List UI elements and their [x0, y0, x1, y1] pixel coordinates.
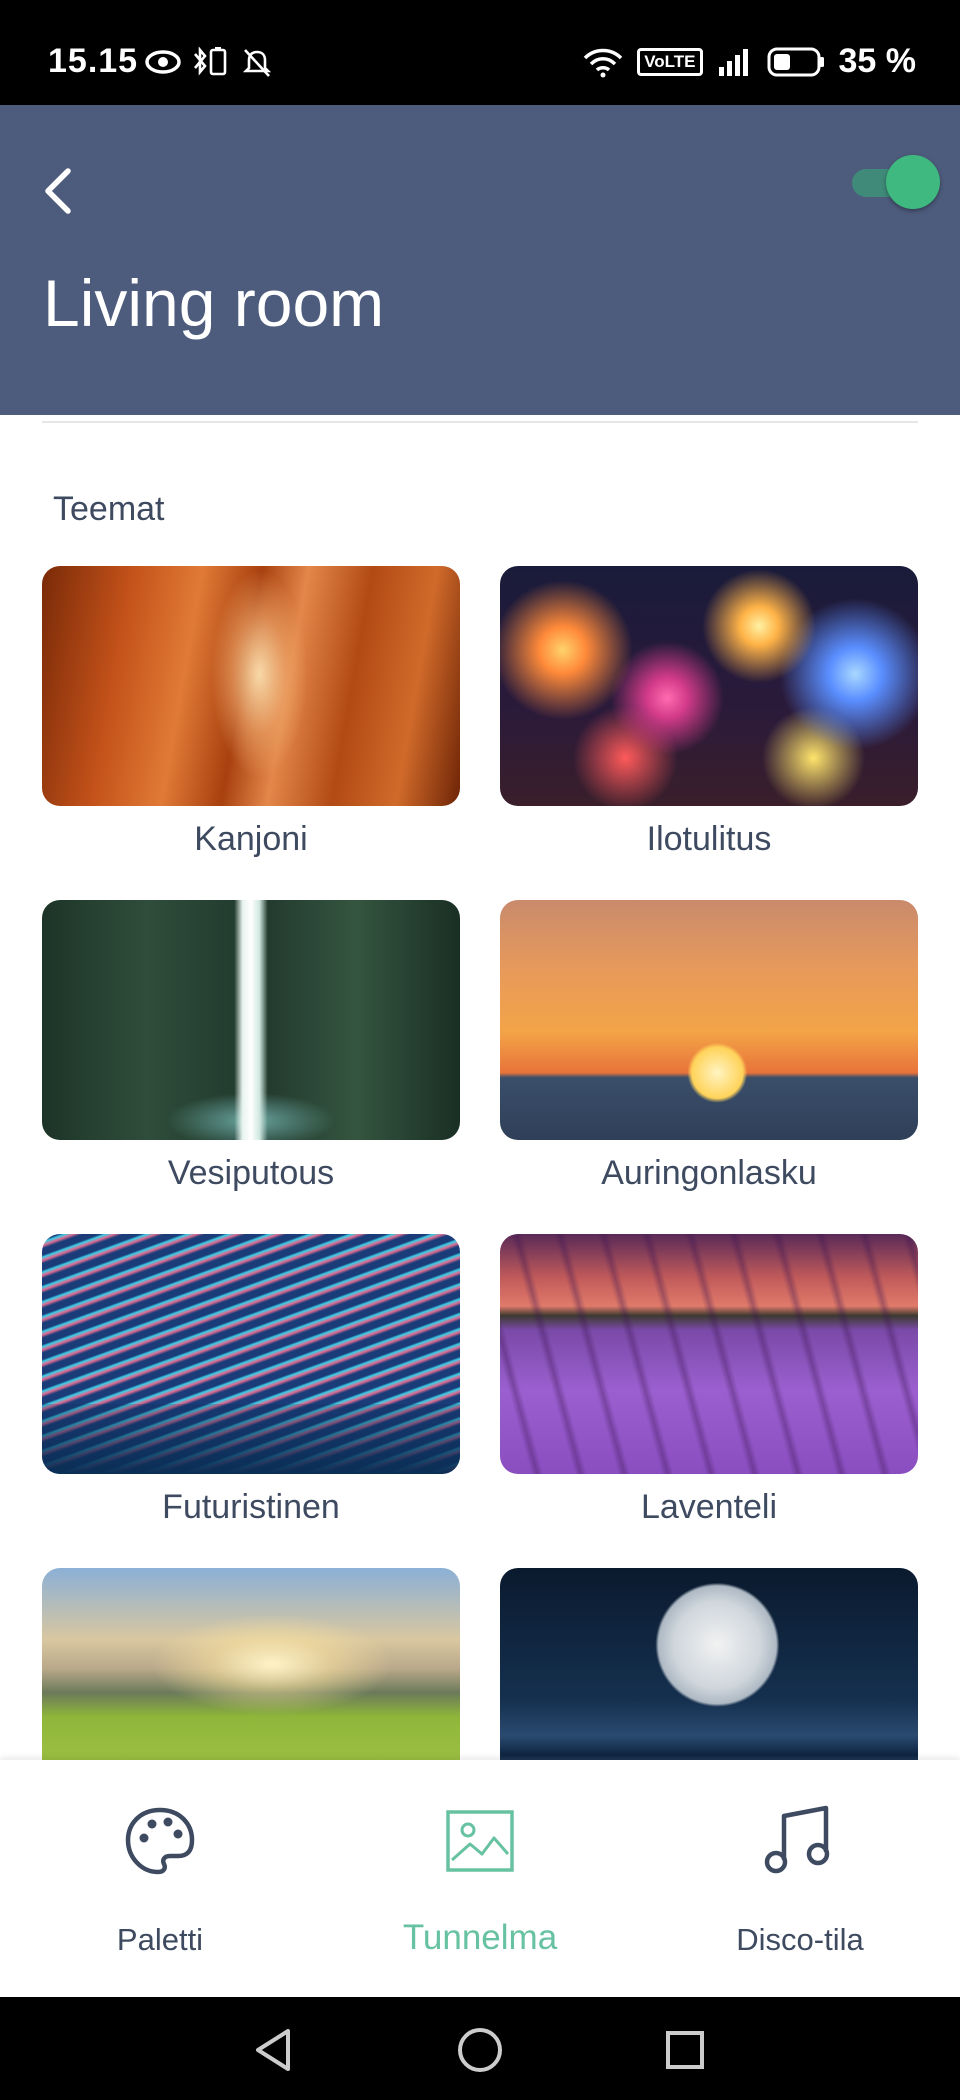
music-note-icon — [764, 1805, 830, 1874]
theme-image-waterfall — [42, 900, 460, 1140]
wifi-icon — [583, 48, 623, 77]
theme-image-fireworks — [500, 566, 918, 806]
theme-label: Futuristinen — [162, 1488, 340, 1526]
palette-icon — [125, 1807, 195, 1875]
eye-icon — [145, 50, 181, 74]
nav-label: Disco-tila — [736, 1922, 864, 1957]
back-triangle-icon — [256, 2029, 290, 2071]
bluetooth-battery-icon — [194, 46, 227, 76]
app-header: Living room — [0, 105, 960, 415]
theme-tile-laventeli[interactable]: Laventeli — [500, 1234, 918, 1527]
theme-image-canyon — [42, 566, 460, 806]
nav-label: Paletti — [116, 1922, 204, 1957]
volte-icon: VoLTE — [637, 47, 703, 76]
theme-label: Laventeli — [640, 1488, 778, 1526]
nav-item-paletti[interactable]: Paletti — [0, 1760, 320, 1997]
theme-image-futuristic — [42, 1234, 460, 1474]
nav-label: Tunnelma — [402, 1918, 558, 1957]
section-title: Teemat — [53, 490, 165, 528]
theme-tile-ilotulitus[interactable]: Ilotulitus — [500, 566, 918, 859]
home-circle-icon — [458, 2028, 502, 2072]
divider — [42, 421, 918, 423]
battery-percent: 35 % — [838, 42, 917, 80]
theme-tile-auringonlasku[interactable]: Auringonlasku — [500, 900, 918, 1193]
system-recents-button[interactable] — [660, 2025, 710, 2075]
bell-off-icon — [242, 49, 272, 77]
theme-tile-vesiputous[interactable]: Vesiputous — [42, 900, 460, 1193]
status-time: 15.15 — [48, 42, 139, 80]
room-power-toggle[interactable] — [850, 155, 940, 211]
battery-icon — [767, 47, 824, 76]
back-button[interactable] — [36, 153, 86, 223]
chevron-left-icon — [45, 168, 71, 214]
bottom-navigation: Paletti Tunnelma Disco-tila — [0, 1760, 960, 1997]
theme-label: Auringonlasku — [601, 1154, 817, 1192]
theme-tile-futuristinen[interactable]: Futuristinen — [42, 1234, 460, 1527]
theme-label: Ilotulitus — [646, 820, 772, 858]
system-back-button[interactable] — [250, 2025, 300, 2075]
system-home-button[interactable] — [455, 2025, 505, 2075]
recents-square-icon — [666, 2031, 704, 2069]
page-title: Living room — [43, 266, 385, 340]
system-navigation-bar — [0, 1997, 960, 2100]
image-icon — [446, 1810, 514, 1872]
theme-tile-kanjoni[interactable]: Kanjoni — [42, 566, 460, 859]
toggle-knob — [886, 155, 940, 209]
signal-icon — [718, 48, 748, 76]
theme-label: Vesiputous — [167, 1154, 335, 1192]
theme-image-lavender — [500, 1234, 918, 1474]
status-bar: 15.15 VoLTE 35 % — [0, 0, 960, 105]
theme-image-sunset — [500, 900, 918, 1140]
theme-label: Kanjoni — [194, 820, 308, 858]
nav-item-tunnelma[interactable]: Tunnelma — [320, 1760, 640, 1997]
nav-item-disco-tila[interactable]: Disco-tila — [640, 1760, 960, 1997]
